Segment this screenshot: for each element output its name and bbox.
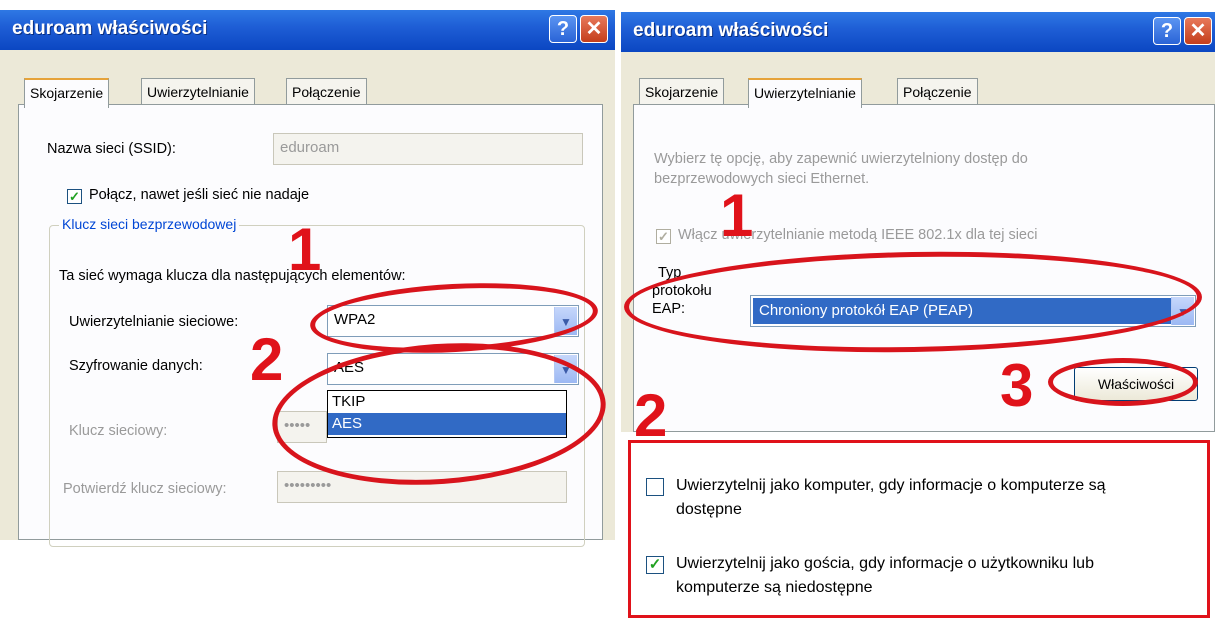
auth-as-guest-checkbox[interactable]: ✓ (646, 556, 664, 574)
group-description: Ta sieć wymaga klucza dla następujących … (59, 268, 406, 284)
right-window-title: eduroam właściwości (633, 20, 829, 41)
encryption-label: Szyfrowanie danych: (69, 358, 203, 374)
auth-label: Uwierzytelnianie sieciowe: (69, 314, 239, 330)
auth-as-computer-label-line-2: dostępne (676, 501, 742, 518)
description-line-1: Wybierz tę opcję, aby zapewnić uwierzyte… (654, 151, 1028, 167)
annotation-number-2-left: 2 (250, 326, 284, 393)
annotation-number-1-left: 1 (288, 216, 322, 283)
auth-as-computer-checkbox[interactable] (646, 478, 664, 496)
tab-uwierzytelnianie[interactable]: Uwierzytelnianie (141, 78, 255, 104)
left-title-bar: eduroam właściwości ? ✕ (0, 10, 615, 50)
help-icon[interactable]: ? (1153, 17, 1181, 45)
ieee-8021x-checkbox[interactable]: ✓ (656, 229, 671, 244)
left-window-title: eduroam właściwości (12, 18, 208, 39)
tab-skojarzenie[interactable]: Skojarzenie (639, 78, 725, 104)
auth-as-computer-label-line-1: Uwierzytelnij jako komputer, gdy informa… (676, 477, 1106, 494)
ssid-label: Nazwa sieci (SSID): (47, 141, 176, 157)
close-icon[interactable]: ✕ (1184, 17, 1212, 45)
network-key-label: Klucz sieciowy: (69, 423, 168, 439)
close-icon[interactable]: ✕ (580, 15, 608, 43)
annotation-number-1-right: 1 (720, 182, 754, 249)
tab-skojarzenie[interactable]: Skojarzenie (24, 78, 110, 108)
connect-checkbox-label: Połącz, nawet jeśli sieć nie nadaje (89, 187, 310, 203)
tab-polaczenie[interactable]: Połączenie (897, 78, 978, 104)
annotation-number-3-right: 3 (1000, 352, 1034, 419)
tab-polaczenie[interactable]: Połączenie (286, 78, 367, 104)
auth-as-guest-label-line-2: komputerze są niedostępne (676, 579, 873, 596)
description-line-2: bezprzewodowych sieci Ethernet. (654, 171, 870, 187)
connect-checkbox[interactable]: ✓ (67, 189, 82, 204)
ssid-input[interactable]: eduroam (273, 133, 583, 165)
help-icon[interactable]: ? (549, 15, 577, 43)
annotation-ring-properties (1048, 358, 1198, 406)
auth-as-guest-label-line-1: Uwierzytelnij jako gościa, gdy informacj… (676, 555, 1094, 572)
right-title-bar: eduroam właściwości ? ✕ (621, 12, 1215, 52)
wireless-key-group-title: Klucz sieci bezprzewodowej (59, 216, 240, 232)
confirm-key-label: Potwierdź klucz sieciowy: (63, 481, 227, 497)
tab-uwierzytelnianie[interactable]: Uwierzytelnianie (748, 78, 862, 108)
annotation-number-2-right: 2 (634, 382, 668, 449)
